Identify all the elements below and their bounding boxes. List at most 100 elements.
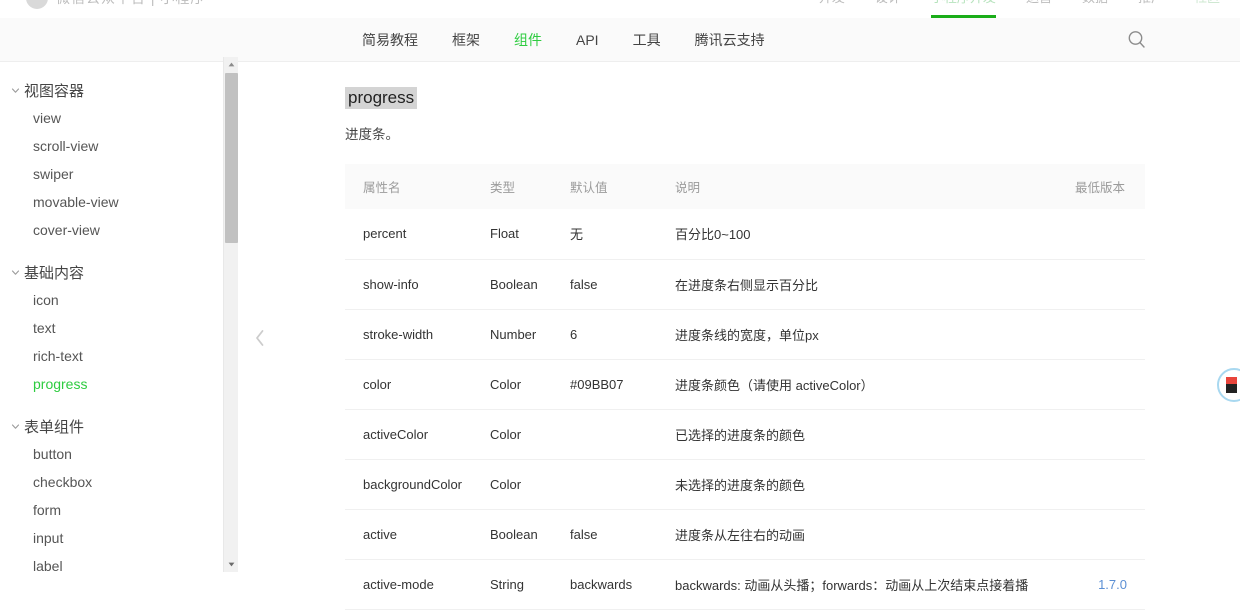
cell-desc: 进度条从左往右的动画	[675, 509, 1075, 559]
subnav-item-cloud-support[interactable]: 腾讯云支持	[678, 30, 782, 50]
sidebar-scrollbar-thumb[interactable]	[225, 73, 238, 243]
top-nav: 开发 设计 小程序开发 运营 数据 推广 社区	[819, 0, 1220, 18]
sidebar-item-progress[interactable]: progress	[0, 370, 222, 398]
top-nav-item-xiaochengxu-kaifa[interactable]: 小程序开发	[931, 0, 996, 18]
cell-default: backwards	[570, 559, 675, 609]
sidebar-item-swiper[interactable]: swiper	[0, 160, 222, 188]
cell-default: 无	[570, 209, 675, 259]
sidebar-item-icon[interactable]: icon	[0, 286, 222, 314]
cell-name: backgroundColor	[345, 459, 490, 509]
feedback-badge-icon[interactable]	[1217, 368, 1240, 402]
sidebar-group-basic-content[interactable]: 基础内容	[0, 258, 222, 286]
table-row: percent Float 无 百分比0~100	[345, 209, 1145, 259]
sidebar-item-form[interactable]: form	[0, 496, 222, 524]
sidebar-item-scroll-view[interactable]: scroll-view	[0, 132, 222, 160]
caret-up-icon[interactable]	[224, 57, 239, 72]
subnav-item-api[interactable]: API	[559, 32, 616, 48]
top-nav-item-kaifa[interactable]: 开发	[819, 0, 845, 18]
table-header-row: 属性名 类型 默认值 说明 最低版本	[345, 164, 1145, 209]
cell-type: String	[490, 559, 570, 609]
top-nav-item-sheji[interactable]: 设计	[875, 0, 901, 18]
cell-type: Boolean	[490, 259, 570, 309]
version-link[interactable]: 1.7.0	[1098, 577, 1127, 592]
site-brand[interactable]: 微信公众平台 | 小程序	[26, 0, 205, 18]
cell-version	[1075, 309, 1145, 359]
doc-content: progress 进度条。 属性名 类型 默认值 说明 最低版本 percent…	[345, 62, 1145, 610]
sidebar-group-form-components[interactable]: 表单组件	[0, 412, 222, 440]
sidebar-item-button[interactable]: button	[0, 440, 222, 468]
cell-default: false	[570, 509, 675, 559]
feedback-badge-glyph	[1226, 377, 1237, 393]
table-row: show-info Boolean false 在进度条右侧显示百分比	[345, 259, 1145, 309]
table-row: active Boolean false 进度条从左往右的动画	[345, 509, 1145, 559]
sidebar-item-checkbox[interactable]: checkbox	[0, 468, 222, 496]
table-row: color Color #09BB07 进度条颜色（请使用 activeColo…	[345, 359, 1145, 409]
cell-desc: 在进度条右侧显示百分比	[675, 259, 1075, 309]
cell-version	[1075, 259, 1145, 309]
subnav-item-components[interactable]: 组件	[497, 30, 559, 50]
cell-name: color	[345, 359, 490, 409]
sidebar-group-label: 表单组件	[24, 416, 84, 437]
cell-name: activeColor	[345, 409, 490, 459]
top-nav-item-shuju[interactable]: 数据	[1082, 0, 1108, 18]
sidebar-collapse-toggle[interactable]	[252, 325, 268, 351]
top-nav-item-shequ[interactable]: 社区	[1194, 0, 1220, 18]
cell-version	[1075, 459, 1145, 509]
cell-type: Boolean	[490, 509, 570, 559]
cell-default: 6	[570, 309, 675, 359]
sidebar-item-text[interactable]: text	[0, 314, 222, 342]
chevron-down-icon	[8, 265, 22, 279]
table-header-type: 类型	[490, 164, 570, 209]
sidebar-item-input[interactable]: input	[0, 524, 222, 552]
page-description: 进度条。	[345, 123, 1145, 143]
chevron-down-icon	[8, 419, 22, 433]
cell-version: 1.7.0	[1075, 559, 1145, 609]
subnav-items: 简易教程 框架 组件 API 工具 腾讯云支持	[345, 30, 782, 50]
cell-desc: 进度条颜色（请使用 activeColor）	[675, 359, 1075, 409]
sidebar-group-label: 基础内容	[24, 262, 84, 283]
chevron-down-icon	[8, 83, 22, 97]
subnav-item-framework[interactable]: 框架	[435, 30, 497, 50]
sidebar-item-view[interactable]: view	[0, 104, 222, 132]
cell-desc: 未选择的进度条的颜色	[675, 459, 1075, 509]
table-header-name: 属性名	[345, 164, 490, 209]
table-header-default: 默认值	[570, 164, 675, 209]
cell-version	[1075, 409, 1145, 459]
sidebar-scrollbar[interactable]	[223, 57, 238, 572]
subnav-item-tools[interactable]: 工具	[616, 30, 678, 50]
sidebar-item-movable-view[interactable]: movable-view	[0, 188, 222, 216]
cell-name: active-mode	[345, 559, 490, 609]
brand-title: 微信公众平台 | 小程序	[56, 0, 205, 8]
brand-logo-icon	[26, 0, 48, 9]
table-row: stroke-width Number 6 进度条线的宽度，单位px	[345, 309, 1145, 359]
cell-default: false	[570, 259, 675, 309]
cell-type: Float	[490, 209, 570, 259]
site-top-bar: 微信公众平台 | 小程序 开发 设计 小程序开发 运营 数据 推广 社区	[0, 0, 1240, 18]
top-nav-item-yunying[interactable]: 运营	[1026, 0, 1052, 18]
table-header-desc: 说明	[675, 164, 1075, 209]
sidebar-group-view-container[interactable]: 视图容器	[0, 76, 222, 104]
cell-name: stroke-width	[345, 309, 490, 359]
cell-version	[1075, 359, 1145, 409]
sidebar-item-cover-view[interactable]: cover-view	[0, 216, 222, 244]
sidebar-item-label[interactable]: label	[0, 552, 222, 572]
docs-subnav: 简易教程 框架 组件 API 工具 腾讯云支持	[0, 18, 1240, 62]
table-row: backgroundColor Color 未选择的进度条的颜色	[345, 459, 1145, 509]
top-nav-item-tuiguang[interactable]: 推广	[1138, 0, 1164, 18]
search-icon[interactable]	[1126, 29, 1148, 51]
sidebar-group-label: 视图容器	[24, 80, 84, 101]
properties-table: 属性名 类型 默认值 说明 最低版本 percent Float 无 百分比0~…	[345, 164, 1145, 610]
cell-default: #09BB07	[570, 359, 675, 409]
caret-down-icon[interactable]	[224, 557, 239, 572]
cell-desc: backwards: 动画从头播；forwards：动画从上次结束点接着播	[675, 559, 1075, 609]
cell-desc: 已选择的进度条的颜色	[675, 409, 1075, 459]
page-title: progress	[345, 87, 417, 109]
cell-type: Color	[490, 359, 570, 409]
cell-type: Number	[490, 309, 570, 359]
subnav-item-tutorial[interactable]: 简易教程	[345, 30, 435, 50]
chevron-left-icon	[253, 327, 267, 349]
sidebar-item-rich-text[interactable]: rich-text	[0, 342, 222, 370]
cell-desc: 进度条线的宽度，单位px	[675, 309, 1075, 359]
cell-desc: 百分比0~100	[675, 209, 1075, 259]
cell-type: Color	[490, 409, 570, 459]
